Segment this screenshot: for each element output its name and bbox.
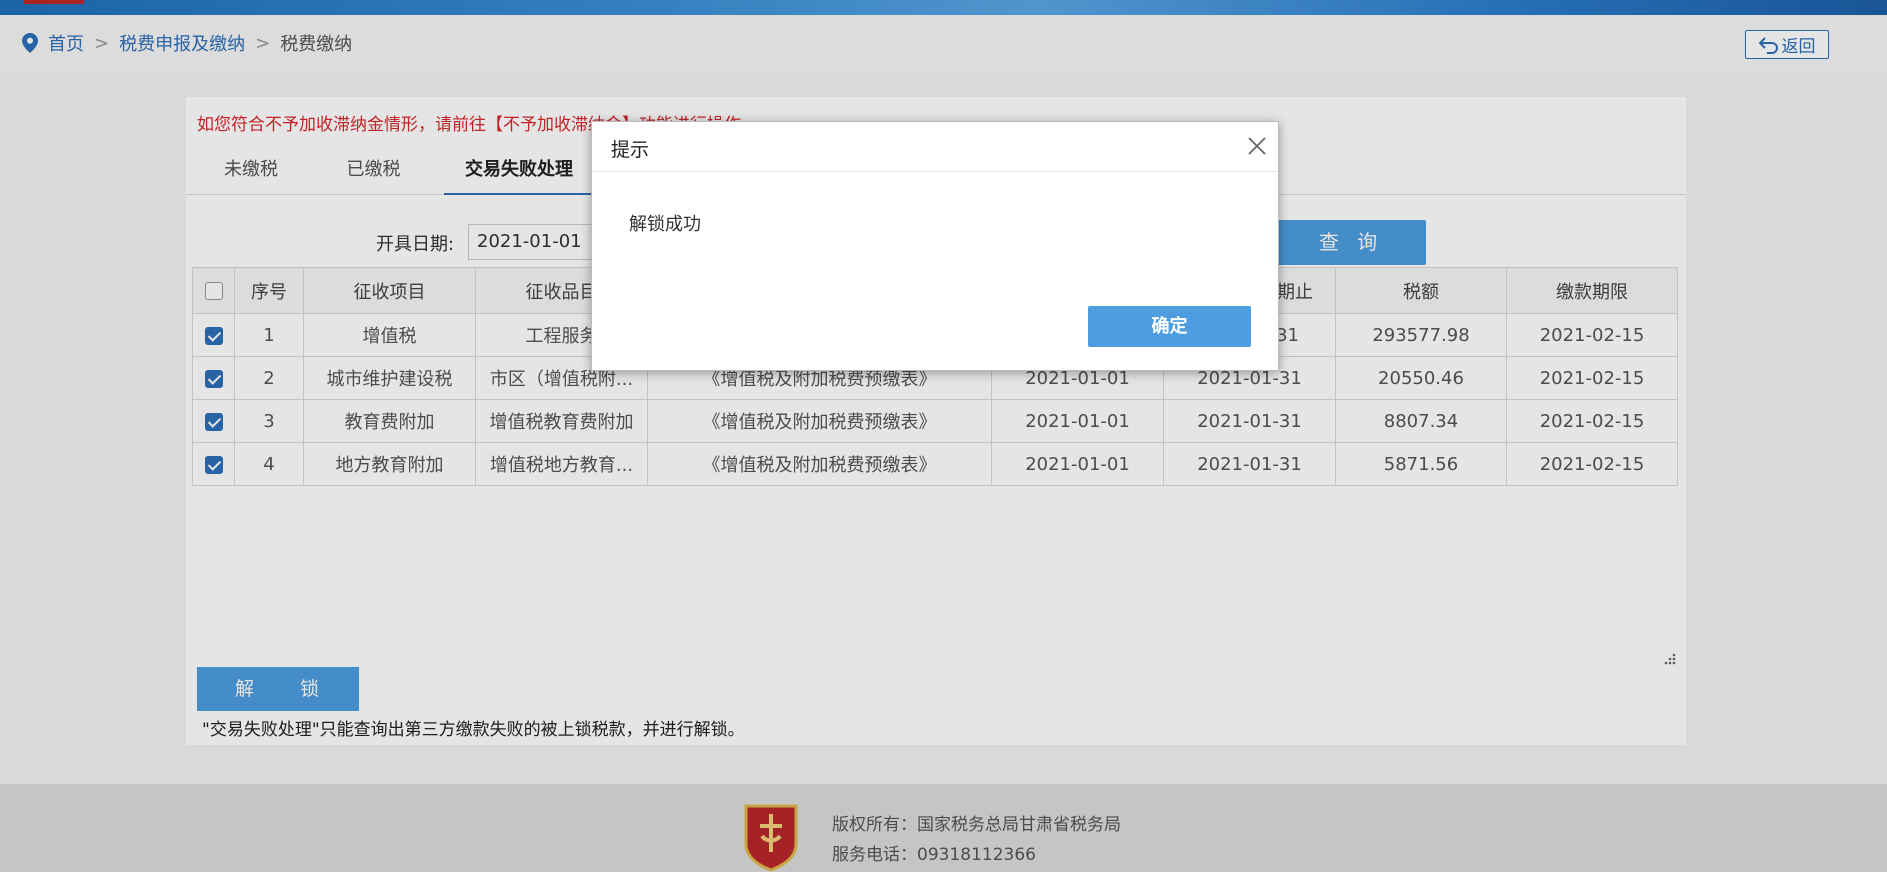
dialog-message: 解锁成功: [629, 214, 701, 235]
dialog-header: 提示: [592, 122, 1278, 172]
ok-button[interactable]: 确定: [1088, 306, 1251, 347]
close-icon[interactable]: [1246, 135, 1268, 157]
alert-dialog: 提示 解锁成功 确定: [591, 121, 1279, 371]
dialog-title: 提示: [611, 139, 650, 161]
